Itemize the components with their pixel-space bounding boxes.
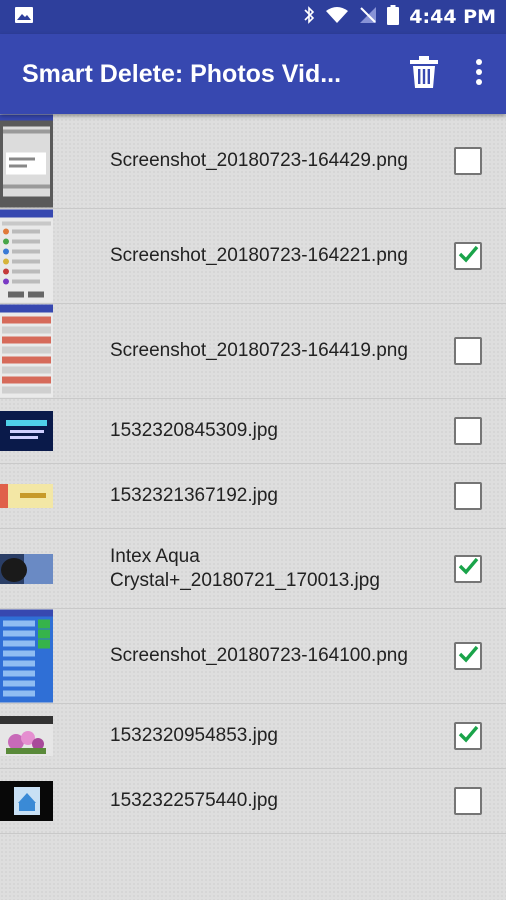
file-name: Screenshot_20180723-164221.png (110, 245, 408, 266)
file-name: 1532320845309.jpg (110, 420, 279, 441)
status-bar: 4:44 PM (0, 0, 506, 34)
file-row[interactable]: 1532320845309.jpg (0, 399, 506, 464)
select-checkbox[interactable] (454, 722, 482, 750)
file-list: Screenshot_20180723-164429.png Screensho… (0, 114, 506, 900)
file-name: 1532320954853.jpg (110, 725, 279, 746)
trash-icon (410, 55, 438, 93)
battery-icon (387, 4, 400, 30)
select-checkbox[interactable] (454, 482, 482, 510)
select-checkbox[interactable] (454, 553, 482, 584)
image-thumbnail (0, 781, 53, 821)
image-thumbnail (0, 716, 53, 756)
no-signal-icon (359, 6, 377, 29)
gallery-notification-icon (14, 6, 34, 29)
file-name: 1532321367192.jpg (110, 485, 279, 506)
file-row[interactable]: 1532320954853.jpg (0, 704, 506, 769)
screenshot-thumbnail (0, 209, 53, 303)
image-thumbnail (0, 411, 53, 451)
checkmark-icon (455, 641, 481, 672)
file-name: Screenshot_20180723-164100.png (110, 645, 408, 666)
image-thumbnail (0, 553, 53, 584)
select-checkbox[interactable] (454, 787, 482, 815)
file-name: Screenshot_20180723-164429.png (110, 150, 408, 171)
checkmark-icon (455, 553, 481, 584)
app-bar: Smart Delete: Photos Vid... (0, 34, 506, 114)
file-row[interactable]: 1532322575440.jpg (0, 769, 506, 834)
image-thumbnail (0, 484, 53, 508)
checkmark-icon (455, 241, 481, 272)
select-checkbox[interactable] (454, 337, 482, 365)
file-name: 1532322575440.jpg (110, 790, 279, 811)
select-checkbox[interactable] (454, 242, 482, 270)
file-row[interactable]: Screenshot_20180723-164100.png (0, 609, 506, 704)
overflow-menu-button[interactable] (464, 52, 494, 96)
file-row[interactable]: Screenshot_20180723-164419.png (0, 304, 506, 399)
file-row[interactable]: Intex Aqua Crystal+_20180721_170013.jpg (0, 529, 506, 609)
bluetooth-icon (303, 5, 315, 30)
wifi-icon (325, 6, 349, 29)
file-row[interactable]: 1532321367192.jpg (0, 464, 506, 529)
checkmark-icon (455, 721, 481, 752)
status-time: 4:44 PM (409, 6, 496, 28)
screenshot-thumbnail (0, 609, 53, 703)
delete-button[interactable] (402, 52, 446, 96)
file-name: Screenshot_20180723-164419.png (110, 340, 408, 361)
file-row[interactable]: Screenshot_20180723-164429.png (0, 114, 506, 209)
app-title: Smart Delete: Photos Vid... (22, 59, 342, 88)
file-row[interactable]: Screenshot_20180723-164221.png (0, 209, 506, 304)
file-name: Intex Aqua Crystal+_20180721_170013.jpg (110, 545, 380, 591)
screenshot-thumbnail (0, 304, 53, 398)
select-checkbox[interactable] (454, 642, 482, 670)
select-checkbox[interactable] (454, 147, 482, 175)
screenshot-thumbnail (0, 114, 53, 208)
more-vert-icon (476, 58, 482, 90)
select-checkbox[interactable] (454, 417, 482, 445)
